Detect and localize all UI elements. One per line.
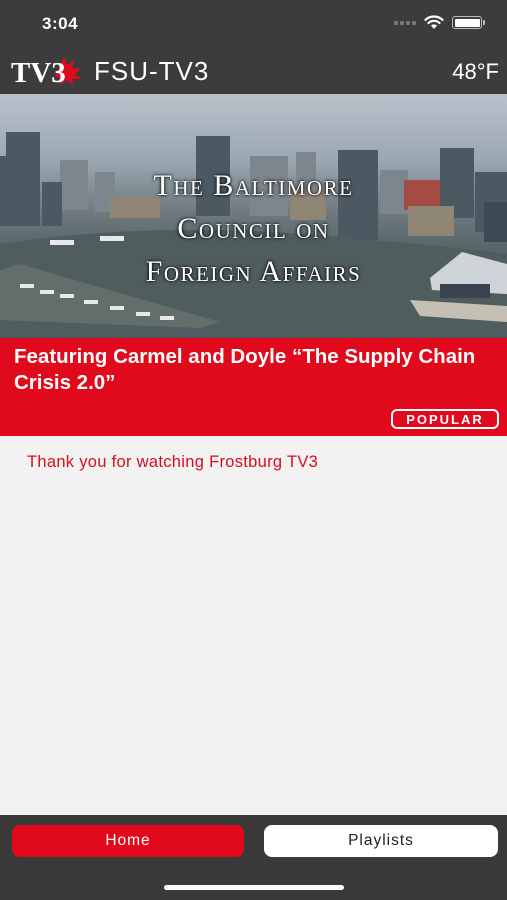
- hero-title: The Baltimore Council on Foreign Affairs: [0, 164, 507, 293]
- battery-tip: [483, 20, 485, 25]
- battery-icon: [452, 16, 482, 29]
- tv3-logo: TV3: [11, 57, 82, 89]
- status-icons: [394, 15, 485, 30]
- logo-text: TV3: [11, 57, 66, 89]
- home-tab-button[interactable]: Home: [12, 825, 244, 857]
- hero-title-line: Foreign Affairs: [145, 255, 362, 288]
- home-indicator: [164, 885, 344, 890]
- featured-title: Featuring Carmel and Doyle “The Supply C…: [14, 345, 476, 394]
- hero-title-line: The Baltimore: [153, 169, 354, 202]
- featured-banner[interactable]: Featuring Carmel and Doyle “The Supply C…: [0, 338, 507, 436]
- popular-badge: POPULAR: [391, 409, 499, 429]
- hero-image[interactable]: The Baltimore Council on Foreign Affairs: [0, 94, 507, 338]
- hero-title-line: Council on: [177, 212, 330, 245]
- wifi-icon: [424, 15, 444, 29]
- temperature-readout: 48°F: [452, 59, 499, 84]
- thank-you-message: Thank you for watching Frostburg TV3: [27, 453, 319, 471]
- bottom-tab-bar: Home Playlists: [0, 815, 507, 900]
- status-bar: 3:04: [0, 0, 507, 50]
- playlists-tab-button[interactable]: Playlists: [264, 825, 498, 857]
- app-header: TV3 FSU-TV3 48°F: [0, 50, 507, 94]
- app-title: FSU-TV3: [94, 56, 210, 86]
- signal-dots-icon: [394, 20, 416, 25]
- status-time: 3:04: [42, 14, 79, 33]
